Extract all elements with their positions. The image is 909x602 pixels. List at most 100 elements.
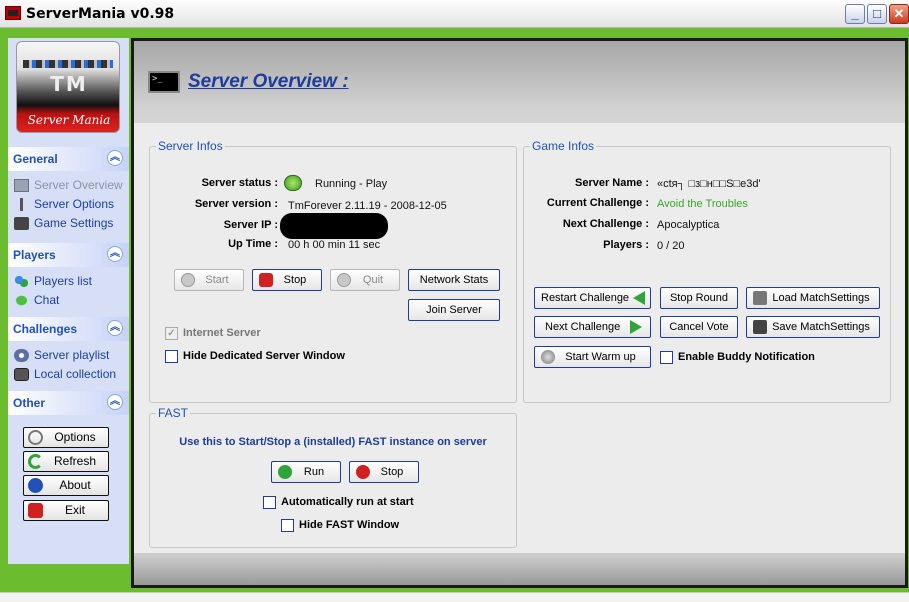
sidebar: TM Server Mania General ︽ Server Overvie… <box>8 38 129 564</box>
bottom-band <box>134 553 905 585</box>
chat-icon <box>14 294 29 307</box>
stop-round-button[interactable]: Stop Round <box>660 287 738 309</box>
about-button[interactable]: About <box>23 475 109 496</box>
collapse-icon[interactable]: ︽ <box>107 246 123 262</box>
options-button[interactable]: Options <box>23 427 109 448</box>
section-title: Challenges <box>13 322 78 336</box>
disc-icon <box>14 349 29 362</box>
section-other-body: Options Refresh About Exit <box>8 415 129 564</box>
main-inner: >_ Server Overview : Server Infos Server… <box>134 41 905 585</box>
page-title: Server Overview : <box>188 71 349 92</box>
checkbox-box <box>165 350 178 363</box>
logo-caption: Server Mania <box>27 113 111 127</box>
minimize-button[interactable]: _ <box>845 4 865 24</box>
server-ip-label: Server IP : <box>223 219 278 231</box>
info-icon <box>28 478 43 493</box>
exit-button[interactable]: Exit <box>23 500 109 521</box>
sidebar-item-local-collection[interactable]: Local collection <box>12 366 116 383</box>
collapse-icon[interactable]: ︽ <box>107 394 123 410</box>
checkbox-box: ✓ <box>165 327 178 340</box>
section-title: General <box>13 152 58 166</box>
fast-run-button[interactable]: Run <box>271 461 341 483</box>
start-button[interactable]: Start <box>174 269 244 291</box>
refresh-button[interactable]: Refresh <box>23 451 109 472</box>
play-icon <box>278 465 292 479</box>
load-icon <box>753 291 767 305</box>
refresh-icon <box>28 454 43 469</box>
sidebar-item-server-playlist[interactable]: Server playlist <box>12 347 109 364</box>
ip-redaction <box>280 213 388 239</box>
fast-hide-window-checkbox[interactable]: Hide FAST Window <box>281 519 399 532</box>
players-value: 0 / 20 <box>657 240 685 252</box>
game-infos-group: Game Infos Server Name : «ctя┐ □з□н□□S□e… <box>523 139 891 403</box>
section-title: Players <box>13 248 56 262</box>
section-general-header[interactable]: General ︽ <box>8 147 129 171</box>
gear-icon <box>28 430 43 445</box>
fast-auto-run-checkbox[interactable]: Automatically run at start <box>263 496 414 509</box>
close-button[interactable]: ✕ <box>889 4 909 24</box>
section-challenges-header[interactable]: Challenges ︽ <box>8 317 129 341</box>
power-icon <box>28 503 43 518</box>
terminal-icon: >_ <box>148 71 180 93</box>
section-players-header[interactable]: Players ︽ <box>8 243 129 267</box>
sidebar-item-game-settings[interactable]: Game Settings <box>12 215 113 232</box>
group-label: Game Infos <box>530 139 597 153</box>
status-ok-icon <box>284 175 302 191</box>
server-version-label: Server version : <box>194 198 278 210</box>
save-icon <box>753 320 767 334</box>
restart-challenge-button[interactable]: Restart Challenge <box>534 287 651 309</box>
fast-description: Use this to Start/Stop a (installed) FAS… <box>179 436 487 448</box>
window-title: ServerMania v0.98 <box>26 6 175 22</box>
wrench-icon <box>14 198 29 211</box>
logo: TM Server Mania <box>16 41 120 133</box>
section-title: Other <box>13 396 46 410</box>
fast-group: FAST Use this to Start/Stop a (installed… <box>149 406 517 548</box>
server-name-value: «ctя┐ □з□н□□S□e3d' <box>657 178 761 190</box>
folder-icon <box>14 368 29 381</box>
join-server-button[interactable]: Join Server <box>408 299 500 321</box>
server-infos-group: Server Infos Server status : Running - P… <box>149 139 517 403</box>
sidebar-item-players-list[interactable]: Players list <box>12 273 92 290</box>
fast-stop-button[interactable]: Stop <box>349 461 419 483</box>
collapse-icon[interactable]: ︽ <box>107 150 123 166</box>
current-challenge-label: Current Challenge : <box>546 197 649 209</box>
internet-server-checkbox[interactable]: ✓ Internet Server <box>165 327 261 340</box>
content-area: Server Infos Server status : Running - P… <box>134 123 905 585</box>
sidebar-item-server-overview[interactable]: Server Overview <box>12 177 123 194</box>
cancel-vote-button[interactable]: Cancel Vote <box>660 316 738 338</box>
next-challenge-button[interactable]: Next Challenge <box>534 316 651 338</box>
warmup-icon <box>541 350 555 364</box>
save-matchsettings-button[interactable]: Save MatchSettings <box>746 316 880 338</box>
monitor-icon <box>14 179 29 192</box>
sidebar-item-chat[interactable]: Chat <box>12 292 59 309</box>
group-label: Server Infos <box>156 139 225 153</box>
section-players-body: Players list Chat <box>8 267 129 317</box>
checkbox-box <box>263 496 276 509</box>
main-panel: >_ Server Overview : Server Infos Server… <box>131 38 908 588</box>
section-general-body: Server Overview Server Options Game Sett… <box>8 171 129 243</box>
server-name-label: Server Name : <box>575 177 649 189</box>
cancel-icon <box>356 465 370 479</box>
arrow-right-icon <box>630 320 642 334</box>
section-other-header[interactable]: Other ︽ <box>8 391 129 415</box>
server-status-value: Running - Play <box>315 178 388 190</box>
section-challenges-body: Server playlist Local collection <box>8 341 129 391</box>
buddy-notification-checkbox[interactable]: Enable Buddy Notification <box>660 351 815 364</box>
start-warmup-button[interactable]: Start Warm up <box>534 346 651 368</box>
stop-icon <box>259 273 273 287</box>
load-matchsettings-button[interactable]: Load MatchSettings <box>746 287 880 309</box>
gamepad-icon <box>14 217 29 230</box>
collapse-icon[interactable]: ︽ <box>107 320 123 336</box>
sidebar-item-server-options[interactable]: Server Options <box>12 196 114 213</box>
network-stats-button[interactable]: Network Stats <box>408 269 500 291</box>
quit-button[interactable]: Quit <box>330 269 400 291</box>
group-label: FAST <box>156 406 191 420</box>
uptime-value: 00 h 00 min 11 sec <box>288 239 381 251</box>
stop-button[interactable]: Stop <box>252 269 322 291</box>
server-status-label: Server status : <box>201 177 278 189</box>
maximize-button[interactable]: □ <box>867 4 887 24</box>
players-label: Players : <box>603 239 649 251</box>
hide-server-window-checkbox[interactable]: Hide Dedicated Server Window <box>165 350 345 363</box>
next-challenge-value: Apocalyptica <box>657 219 720 231</box>
title-bar: ServerMania v0.98 _ □ ✕ <box>0 0 909 28</box>
